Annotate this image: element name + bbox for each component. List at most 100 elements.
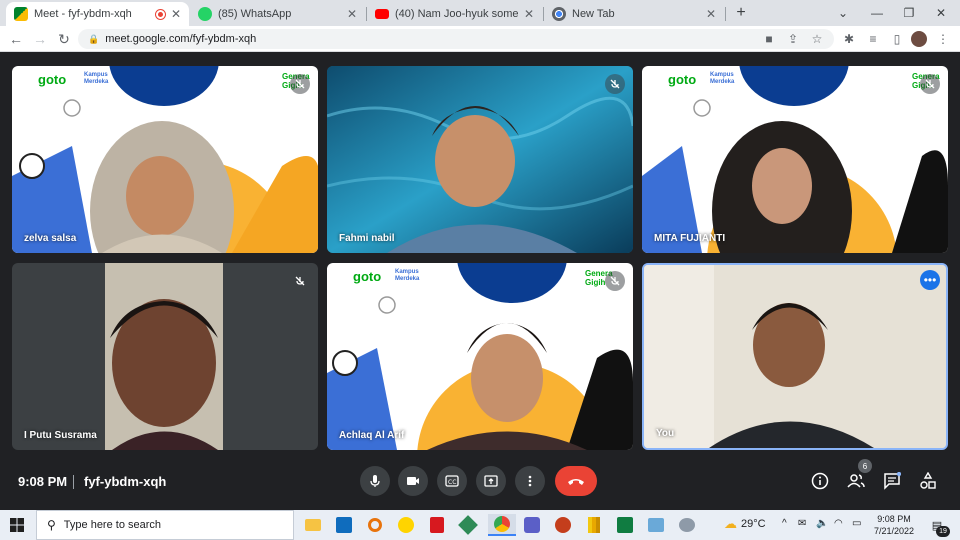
avatar[interactable]	[908, 26, 930, 52]
app-icon[interactable]	[457, 514, 479, 536]
app-icon[interactable]	[583, 514, 605, 536]
chat-button[interactable]	[880, 469, 904, 493]
norton-icon[interactable]	[395, 514, 417, 536]
tab-new[interactable]: New Tab ✕	[544, 2, 724, 26]
tab-label: (85) WhatsApp	[218, 8, 292, 20]
tab-whatsapp[interactable]: (85) WhatsApp ✕	[190, 2, 365, 26]
mic-off-icon	[290, 74, 310, 94]
app-icon[interactable]	[676, 514, 698, 536]
powerpoint-icon[interactable]	[552, 514, 574, 536]
participant-tile[interactable]: goto Kampus Merdeka Genera Gigih Achlaq …	[327, 263, 633, 450]
minimize-icon[interactable]: —	[862, 0, 892, 26]
battery-icon[interactable]: ▭	[852, 518, 861, 529]
self-tile[interactable]: ••• You	[642, 263, 948, 450]
activities-icon	[920, 472, 936, 489]
notification-count-badge: 19	[936, 526, 950, 537]
recording-icon	[155, 9, 165, 19]
volume-icon[interactable]: 🔈	[816, 518, 828, 529]
close-icon[interactable]: ✕	[347, 7, 357, 21]
close-icon[interactable]: ✕	[706, 7, 716, 21]
new-tab-button[interactable]: +	[726, 0, 756, 26]
participant-name: I Putu Susrama	[24, 430, 97, 441]
microphone-button[interactable]	[360, 466, 390, 496]
camera-button[interactable]	[398, 466, 428, 496]
clock-date: 7/21/2022	[873, 526, 915, 536]
tab-meet[interactable]: Meet - fyf-ybdm-xqh ✕	[6, 2, 189, 26]
camera-icon[interactable]: ■	[758, 26, 780, 52]
meeting-time: 9:08 PM	[18, 474, 68, 489]
more-options-icon[interactable]: •••	[920, 270, 940, 290]
address-bar[interactable]: 🔒 meet.google.com/fyf-ybdm-xqh	[78, 29, 834, 49]
taskbar-clock[interactable]: 9:08 PM 7/21/2022	[872, 513, 916, 537]
virtual-background	[327, 263, 633, 450]
goto-logo: goto	[353, 269, 382, 284]
participant-tile[interactable]: goto Kampus Merdeka Genera Gigih zelva s…	[12, 66, 318, 253]
close-icon[interactable]: ✕	[171, 7, 181, 21]
mail-icon[interactable]: ✉	[798, 518, 806, 529]
mic-off-icon	[290, 271, 310, 291]
extensions-icon[interactable]: ✱	[838, 26, 860, 52]
weather-icon: ☁	[724, 516, 737, 531]
participant-count-badge: 6	[858, 459, 872, 473]
back-icon[interactable]: ←	[4, 26, 28, 52]
chevron-up-icon[interactable]: ^	[782, 518, 787, 529]
chat-icon	[884, 472, 901, 490]
participant-name: Fahmi nabil	[339, 233, 395, 244]
participant-tile[interactable]: Fahmi nabil	[327, 66, 633, 253]
media-icon[interactable]: ≡	[862, 26, 884, 52]
file-explorer-icon[interactable]	[302, 514, 324, 536]
acrobat-icon[interactable]	[426, 514, 448, 536]
wifi-icon[interactable]: ◠	[834, 518, 843, 529]
whatsapp-icon	[198, 7, 212, 21]
more-options-button[interactable]	[515, 466, 545, 496]
menu-icon[interactable]: ⋮	[932, 26, 954, 52]
participant-tile[interactable]: I Putu Susrama	[12, 263, 318, 450]
weather-temperature: 29°C	[741, 518, 766, 530]
app-icon[interactable]	[645, 514, 667, 536]
share-icon[interactable]: ⇪	[782, 26, 804, 52]
video-feed	[644, 265, 946, 448]
close-icon[interactable]: ✕	[524, 7, 534, 21]
tab-youtube[interactable]: (40) Nam Joo-hyuk somehow ma ✕	[367, 2, 542, 26]
app-icon[interactable]	[364, 514, 386, 536]
tab-search-icon[interactable]: ⌄	[828, 0, 858, 26]
excel-icon[interactable]	[614, 514, 636, 536]
teams-icon[interactable]	[521, 514, 543, 536]
participant-name: You	[656, 428, 675, 439]
hang-up-icon	[568, 479, 584, 485]
tab-label: New Tab	[572, 8, 615, 20]
kampus-merdeka-logo: Kampus Merdeka	[84, 72, 109, 85]
meeting-details-button[interactable]	[808, 469, 832, 493]
virtual-background	[642, 66, 948, 253]
bookmark-icon[interactable]: ☆	[806, 26, 828, 52]
search-icon: ⚲	[47, 518, 56, 532]
taskbar-search-box[interactable]: ⚲ Type here to search	[36, 510, 294, 540]
clock-time: 9:08 PM	[877, 514, 911, 524]
close-window-icon[interactable]: ✕	[926, 0, 956, 26]
present-button[interactable]	[476, 466, 506, 496]
activities-button[interactable]	[916, 469, 940, 493]
video-feed	[327, 66, 633, 253]
forward-icon[interactable]: →	[28, 26, 52, 52]
restore-icon[interactable]: ❐	[894, 0, 924, 26]
kampus-merdeka-logo: Kampus Merdeka	[395, 269, 420, 282]
sidepanel-icon[interactable]: ▯	[886, 26, 908, 52]
captions-icon: CC	[445, 475, 459, 487]
camera-icon	[407, 477, 419, 485]
outlook-icon[interactable]	[333, 514, 355, 536]
participant-tile[interactable]: goto Kampus Merdeka Genera Gigih MITA FU…	[642, 66, 948, 253]
people-icon	[847, 474, 865, 488]
participant-name: Achlaq Al Arif	[339, 430, 405, 441]
info-icon	[811, 472, 829, 490]
windows-start-button[interactable]	[6, 514, 28, 536]
captions-button[interactable]: CC	[437, 466, 467, 496]
youtube-icon	[375, 9, 389, 19]
meeting-code: fyf-ybdm-xqh	[84, 474, 167, 489]
goto-logo: goto	[38, 72, 67, 87]
weather-widget[interactable]: ☁ 29°C	[724, 516, 766, 532]
end-call-button[interactable]	[555, 466, 597, 496]
chrome-taskbar-icon[interactable]	[488, 514, 516, 536]
reload-icon[interactable]: ↻	[52, 26, 76, 52]
virtual-background	[12, 66, 318, 253]
lock-icon: 🔒	[88, 33, 100, 44]
